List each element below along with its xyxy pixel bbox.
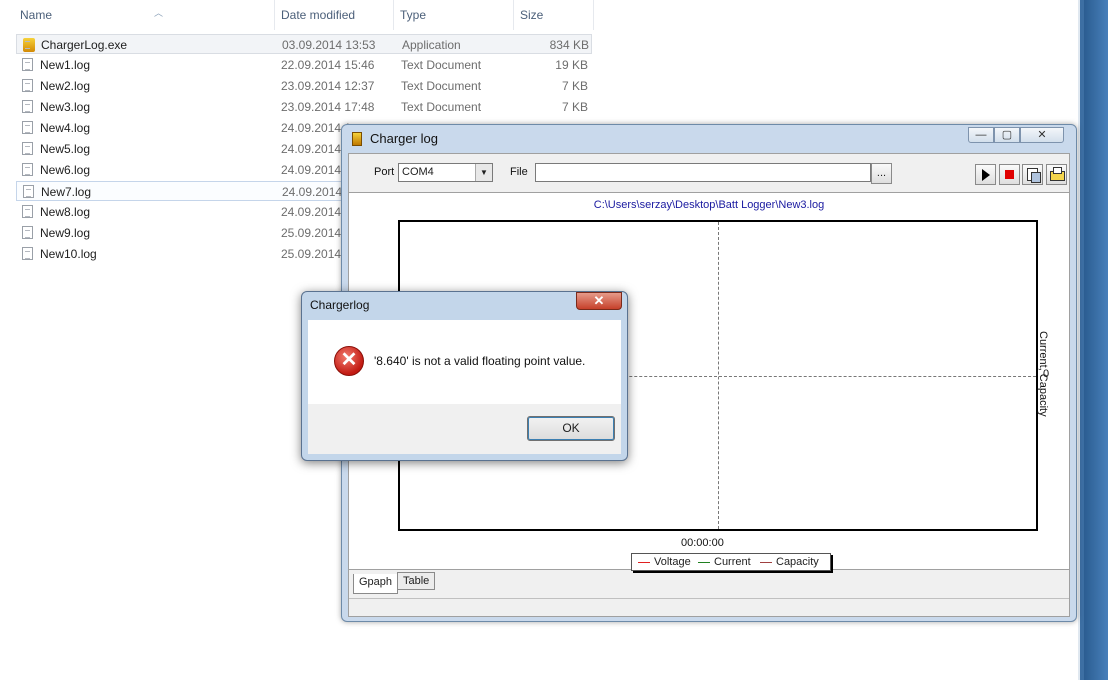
close-button[interactable]: ✕ <box>1020 127 1064 143</box>
column-name-label: Name <box>20 8 53 22</box>
file-name: New10.log <box>40 247 97 261</box>
status-bar <box>349 598 1069 617</box>
port-select[interactable]: COM4 ▼ <box>398 163 493 182</box>
file-name: New1.log <box>40 58 91 72</box>
file-name: New6.log <box>40 163 91 177</box>
legend-swatch <box>760 561 772 563</box>
start-button[interactable] <box>975 164 996 185</box>
file-label: File <box>510 166 528 178</box>
browse-button[interactable]: ... <box>871 163 892 184</box>
column-name[interactable]: Name ︿ <box>14 0 275 30</box>
text-file-icon <box>22 100 33 113</box>
file-size: 834 KB <box>549 38 589 52</box>
chart-title: C:\Users\serzay\Desktop\Batt Logger\New3… <box>593 199 825 211</box>
legend-label: Current <box>714 556 751 568</box>
file-row[interactable]: New2.log 23.09.2014 12:37 Text Document … <box>16 76 592 96</box>
file-type: Text Document <box>401 58 482 72</box>
window-edge-fill <box>1084 0 1108 680</box>
file-date: 03.09.2014 13:53 <box>282 38 376 52</box>
port-label: Port <box>374 166 395 178</box>
copy-icon <box>1027 168 1041 183</box>
print-icon <box>1050 167 1065 181</box>
column-type[interactable]: Type <box>394 0 514 30</box>
dialog-body: ✕ '8.640' is not a valid floating point … <box>308 320 621 404</box>
column-size[interactable]: Size <box>514 0 594 30</box>
tab-table[interactable]: Table <box>397 572 436 590</box>
legend-swatch <box>638 561 650 563</box>
window-edge <box>1078 0 1108 680</box>
column-date[interactable]: Date modified <box>275 0 394 30</box>
play-icon <box>982 169 990 181</box>
file-date: 23.09.2014 17:48 <box>281 100 375 114</box>
toolbar: Port COM4 ▼ File ... <box>349 154 1069 190</box>
dialog-footer: OK <box>308 404 621 454</box>
legend-item-current: Current <box>698 554 751 570</box>
file-path-field[interactable] <box>535 163 871 182</box>
ok-button[interactable]: OK <box>527 416 615 441</box>
minimize-button[interactable]: — <box>968 127 994 143</box>
legend-label: Voltage <box>654 556 691 568</box>
legend-item-voltage: Voltage <box>638 554 691 570</box>
sort-up-icon: ︿ <box>154 8 164 18</box>
error-dialog: Chargerlog ✕ ✕ '8.640' is not a valid fl… <box>301 291 628 461</box>
text-file-icon <box>22 142 33 155</box>
exe-icon <box>23 38 35 52</box>
y-axis-label: Current, Capacity <box>1037 331 1049 417</box>
file-row[interactable]: ChargerLog.exe 03.09.2014 13:53 Applicat… <box>16 34 592 54</box>
file-size: 7 KB <box>561 100 588 114</box>
file-type: Text Document <box>401 79 482 93</box>
column-header: Name ︿ Date modified Type Size <box>0 0 596 30</box>
tab-graph[interactable]: Gpaph <box>353 574 399 594</box>
chart-legend: Voltage Current Capacity <box>631 553 831 571</box>
text-file-icon <box>22 247 33 260</box>
file-row[interactable]: New3.log 23.09.2014 17:48 Text Document … <box>16 97 592 117</box>
file-type: Application <box>402 38 461 52</box>
stop-icon <box>1005 170 1014 179</box>
text-file-icon <box>22 205 33 218</box>
file-name: New2.log <box>40 79 91 93</box>
file-size: 19 KB <box>555 58 588 72</box>
app-icon <box>352 132 362 146</box>
error-icon: ✕ <box>334 346 364 376</box>
file-date: 23.09.2014 12:37 <box>281 79 375 93</box>
text-file-icon <box>22 58 33 71</box>
file-type: Text Document <box>401 100 482 114</box>
copy-button[interactable] <box>1022 164 1043 185</box>
print-button[interactable] <box>1046 164 1067 185</box>
file-name: New8.log <box>40 205 91 219</box>
text-file-icon <box>22 79 33 92</box>
tab-strip: Gpaph Table <box>349 570 1069 594</box>
text-file-icon <box>22 226 33 239</box>
file-name: ChargerLog.exe <box>41 38 128 52</box>
legend-swatch <box>698 561 710 563</box>
maximize-button[interactable]: ▢ <box>994 127 1020 143</box>
text-file-icon <box>22 121 33 134</box>
stop-button[interactable] <box>999 164 1020 185</box>
error-message: '8.640' is not a valid floating point va… <box>374 354 586 368</box>
port-value: COM4 <box>402 166 434 178</box>
file-name: New4.log <box>40 121 91 135</box>
file-name: New5.log <box>40 142 91 156</box>
text-file-icon <box>22 163 33 176</box>
file-name: New7.log <box>41 185 92 199</box>
file-size: 7 KB <box>561 79 588 93</box>
file-name: New3.log <box>40 100 91 114</box>
file-date: 22.09.2014 15:46 <box>281 58 375 72</box>
dialog-title: Chargerlog <box>310 298 370 312</box>
file-name: New9.log <box>40 226 91 240</box>
legend-item-capacity: Capacity <box>760 554 819 570</box>
text-file-icon <box>23 185 34 198</box>
dialog-close-button[interactable]: ✕ <box>576 292 622 310</box>
chevron-down-icon[interactable]: ▼ <box>475 164 492 181</box>
file-row[interactable]: New1.log 22.09.2014 15:46 Text Document … <box>16 55 592 75</box>
legend-label: Capacity <box>776 556 819 568</box>
x-tick-label: 00:00:00 <box>681 537 724 549</box>
window-title: Charger log <box>370 131 438 146</box>
